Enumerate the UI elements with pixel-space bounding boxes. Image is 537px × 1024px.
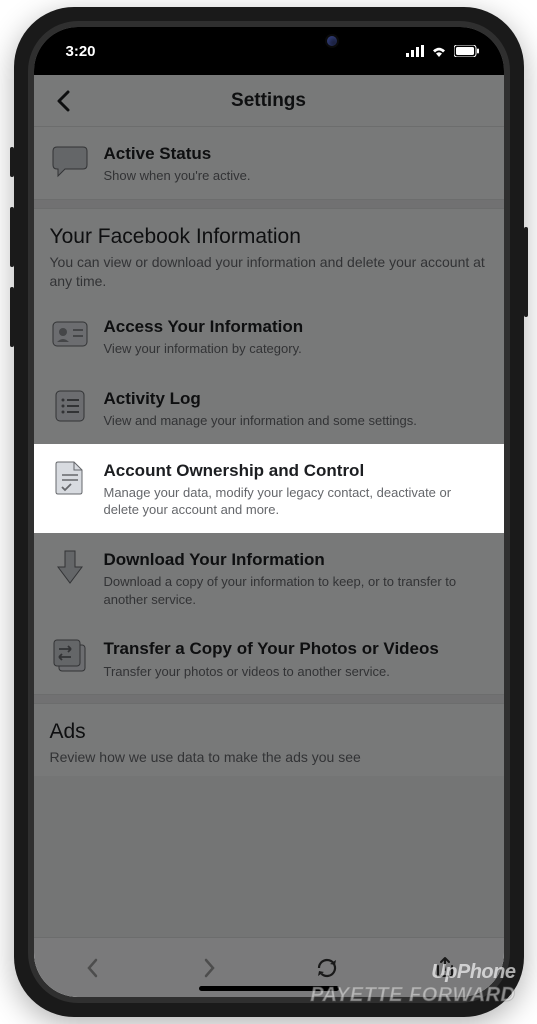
- nav-header: Settings: [34, 75, 504, 127]
- signal-icon: [406, 45, 424, 57]
- row-account-ownership[interactable]: Account Ownership and Control Manage you…: [34, 444, 504, 533]
- nav-forward-button[interactable]: [197, 955, 223, 981]
- section-divider: [34, 694, 504, 704]
- row-title: Access Your Information: [104, 316, 488, 337]
- screen: 3:20: [34, 27, 504, 997]
- row-subtitle: Transfer your photos or videos to anothe…: [104, 663, 488, 681]
- power-button: [524, 227, 528, 317]
- share-button[interactable]: [432, 955, 458, 981]
- id-card-icon: [50, 314, 90, 354]
- row-subtitle: Download a copy of your information to k…: [104, 573, 488, 608]
- row-title: Active Status: [104, 143, 488, 164]
- row-title: Activity Log: [104, 388, 488, 409]
- phone-frame: 3:20: [14, 7, 524, 1017]
- section-title: Your Facebook Information: [50, 225, 488, 249]
- volume-down-button: [10, 287, 14, 347]
- row-title: Account Ownership and Control: [104, 460, 488, 481]
- document-check-icon: [50, 458, 90, 498]
- row-access-information[interactable]: Access Your Information View your inform…: [34, 300, 504, 372]
- row-subtitle: Show when you're active.: [104, 167, 488, 185]
- row-subtitle: View your information by category.: [104, 340, 488, 358]
- status-time: 3:20: [66, 43, 96, 60]
- back-button[interactable]: [48, 86, 78, 116]
- row-download-information[interactable]: Download Your Information Download a cop…: [34, 533, 504, 622]
- nav-back-button[interactable]: [79, 955, 105, 981]
- wifi-icon: [430, 45, 448, 57]
- row-title: Download Your Information: [104, 549, 488, 570]
- battery-icon: [454, 45, 480, 57]
- speech-bubble-icon: [50, 141, 90, 181]
- mute-switch: [10, 147, 14, 177]
- page-title: Settings: [231, 90, 306, 112]
- row-transfer-copy[interactable]: Transfer a Copy of Your Photos or Videos…: [34, 622, 504, 694]
- section-header-ads: Ads Review how we use data to make the a…: [34, 704, 504, 776]
- row-subtitle: Manage your data, modify your legacy con…: [104, 484, 488, 519]
- section-divider: [34, 199, 504, 209]
- section-title: Ads: [50, 720, 488, 744]
- home-indicator[interactable]: [199, 986, 339, 991]
- row-activity-log[interactable]: Activity Log View and manage your inform…: [34, 372, 504, 444]
- download-arrow-icon: [50, 547, 90, 587]
- section-subtitle: Review how we use data to make the ads y…: [50, 748, 488, 768]
- transfer-arrows-icon: [50, 636, 90, 676]
- refresh-button[interactable]: [314, 955, 340, 981]
- section-header-fbinfo: Your Facebook Information You can view o…: [34, 209, 504, 300]
- notch: [159, 27, 379, 57]
- list-icon: [50, 386, 90, 426]
- volume-up-button: [10, 207, 14, 267]
- row-title: Transfer a Copy of Your Photos or Videos: [104, 638, 488, 659]
- section-subtitle: You can view or download your informatio…: [50, 253, 488, 292]
- row-active-status[interactable]: Active Status Show when you're active.: [34, 127, 504, 199]
- row-subtitle: View and manage your information and som…: [104, 412, 488, 430]
